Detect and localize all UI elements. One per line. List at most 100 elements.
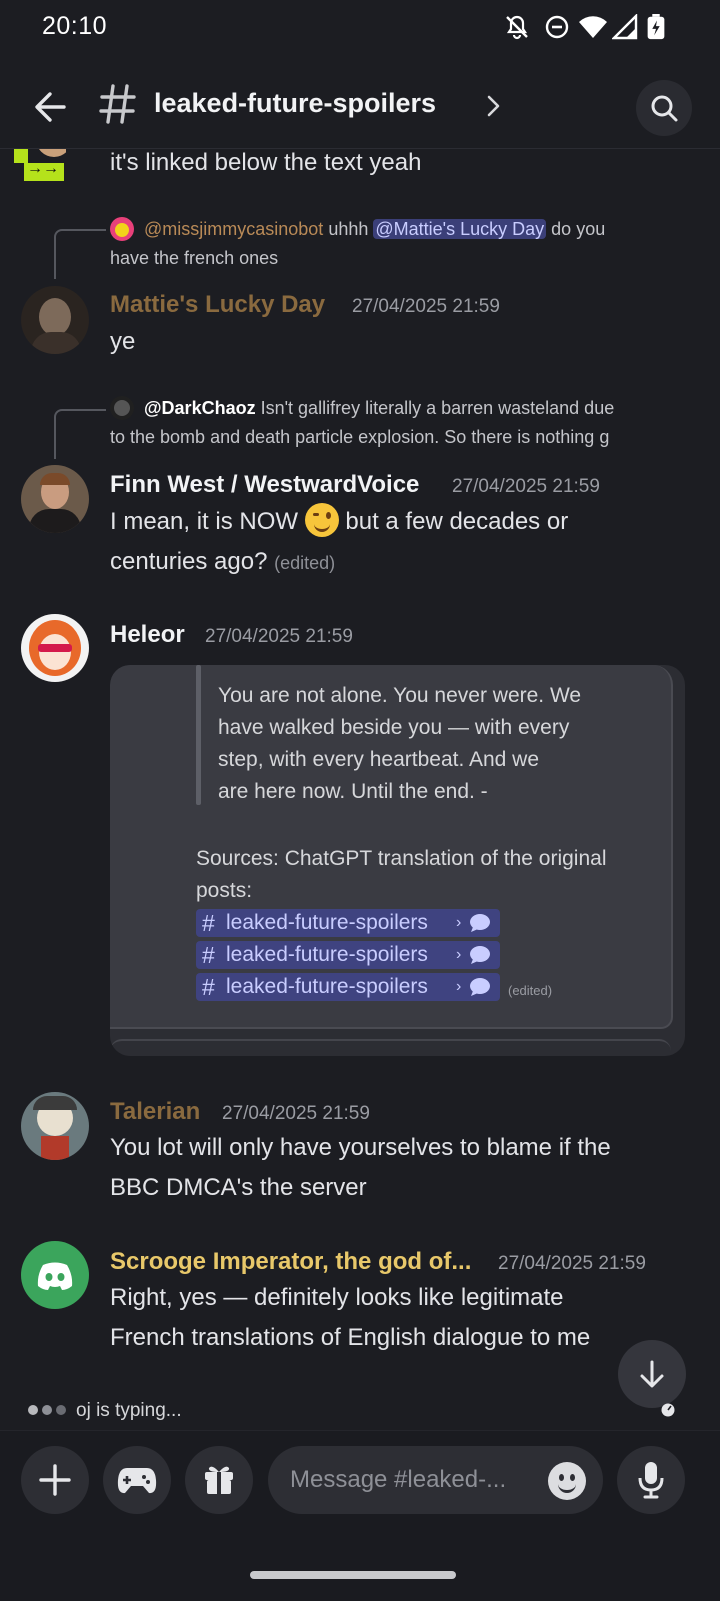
channel-link-name: leaked-future-spoilers (226, 975, 428, 998)
message-text-part: I mean, it is NOW (110, 508, 299, 535)
chevron-right-icon: › (456, 914, 462, 931)
signal-icon (612, 14, 638, 40)
edited-label: (edited) (274, 553, 336, 573)
typing-dot (56, 1405, 66, 1415)
channel-title[interactable]: leaked-future-spoilers (154, 88, 436, 119)
typing-text: oj is typing... (76, 1400, 182, 1421)
microphone-icon (638, 1462, 664, 1499)
embedded-message-card[interactable]: You are not alone. You never were. We ha… (110, 665, 685, 1056)
reply-preview-line2: have the french ones (110, 248, 279, 268)
message-input[interactable]: Message #leaked-... (268, 1446, 603, 1514)
username[interactable]: Scrooge Imperator, the god of... (110, 1248, 471, 1276)
message-text-line2: BBC DMCA's the server (110, 1174, 367, 1201)
add-attachment-button[interactable] (21, 1446, 89, 1514)
avatar-scrooge[interactable] (21, 1241, 89, 1309)
channel-link-name: leaked-future-spoilers (226, 911, 428, 934)
reply-connector (54, 229, 106, 279)
username[interactable]: Mattie's Lucky Day (110, 291, 325, 319)
back-arrow-icon[interactable] (28, 84, 74, 130)
search-icon (651, 95, 678, 122)
embed-divider (110, 1039, 671, 1056)
avatar-finn[interactable] (21, 465, 89, 533)
message-placeholder: Message #leaked-... (290, 1466, 507, 1493)
message-text-part: centuries ago? (110, 548, 268, 575)
reply-preview[interactable]: @missjimmycasinobot uhhh @Mattie's Lucky… (144, 215, 605, 244)
channel-hash-icon (99, 84, 136, 124)
channel-link-name: leaked-future-spoilers (226, 943, 428, 966)
avatar-partial[interactable]: →→ (14, 149, 66, 181)
quote-line: have walked beside you — with every (218, 716, 570, 739)
hash-icon: # (202, 974, 215, 1000)
status-bar: 20:10 (0, 0, 720, 56)
home-indicator[interactable] (250, 1571, 456, 1579)
channel-link[interactable]: # leaked-future-spoilers › (196, 973, 500, 1001)
reply-avatar (110, 396, 134, 420)
search-button[interactable] (636, 80, 692, 136)
message-text-part: but a few decades or (345, 508, 569, 535)
username[interactable]: Finn West / WestwardVoice (110, 471, 419, 499)
quote-line: You are not alone. You never were. We (218, 684, 582, 707)
plus-icon (39, 1464, 71, 1496)
gift-icon (205, 1466, 233, 1494)
chevron-right-icon[interactable] (486, 92, 502, 120)
wink-emoji-icon (304, 503, 339, 537)
wifi-icon (579, 16, 607, 38)
dnd-icon (545, 15, 569, 39)
thread-bubble-icon (470, 914, 490, 932)
discord-logo-icon (37, 1262, 73, 1290)
message-text: You lot will only have yourselves to bla… (110, 1134, 611, 1161)
message-text-line2: French translations of English dialogue … (110, 1324, 591, 1351)
sources-text: Sources: ChatGPT translation of the orig… (196, 843, 656, 907)
typing-indicator: oj is typing... (28, 1398, 708, 1424)
username[interactable]: Talerian (110, 1098, 200, 1126)
timestamp: 27/04/2025 21:59 (498, 1253, 646, 1274)
reply-author: @missjimmycasinobot (144, 219, 324, 239)
hash-icon: # (202, 910, 215, 936)
message-text: ye (110, 328, 136, 355)
thread-bubble-icon (470, 946, 490, 964)
reply-text: Isn't gallifrey literally a barren waste… (260, 398, 615, 418)
avatar-heleor[interactable] (21, 614, 89, 682)
timestamp: 27/04/2025 21:59 (352, 296, 500, 317)
typing-dot (28, 1405, 38, 1415)
chevron-right-icon: › (456, 946, 462, 963)
status-time: 20:10 (42, 12, 108, 40)
embed-content: You are not alone. You never were. We ha… (110, 665, 673, 1029)
emoji-picker-icon[interactable] (548, 1462, 586, 1500)
message-text-line2: centuries ago? (edited) (110, 542, 335, 583)
timestamp: 27/04/2025 21:59 (452, 476, 600, 497)
username[interactable]: Heleor (110, 621, 185, 649)
composer-bar: Message #leaked-... (0, 1430, 720, 1601)
reply-text-prefix: uhhh (328, 219, 369, 239)
reply-author: @DarkChaoz (144, 398, 256, 418)
timestamp: 27/04/2025 21:59 (205, 626, 353, 647)
arrow-down-icon (640, 1360, 664, 1388)
thread-bubble-icon (470, 978, 490, 996)
hash-icon: # (202, 942, 215, 968)
bell-off-icon (506, 15, 528, 40)
avatar-talerian[interactable] (21, 1092, 89, 1160)
message-text: it's linked below the text yeah (110, 149, 422, 176)
battery-icon (647, 14, 665, 40)
reply-preview-line2: to the bomb and death particle explosion… (110, 427, 610, 447)
message-text: Right, yes — definitely looks like legit… (110, 1284, 564, 1311)
quote-text: You are not alone. You never were. We ha… (218, 680, 638, 808)
typing-dot (42, 1405, 52, 1415)
activities-button[interactable] (103, 1446, 171, 1514)
voice-message-button[interactable] (617, 1446, 685, 1514)
channel-link[interactable]: # leaked-future-spoilers › (196, 909, 500, 937)
avatar-mattie[interactable] (21, 286, 89, 354)
reply-connector (54, 409, 106, 459)
timestamp: 27/04/2025 21:59 (222, 1103, 370, 1124)
slowmode-timer-icon (661, 1403, 675, 1417)
gift-button[interactable] (185, 1446, 253, 1514)
gamepad-icon (117, 1468, 157, 1494)
reply-avatar (110, 217, 134, 241)
sources-line: Sources: ChatGPT translation of the orig… (196, 847, 607, 870)
quote-line: step, with every heartbeat. And we (218, 748, 540, 771)
channel-link[interactable]: # leaked-future-spoilers › (196, 941, 500, 969)
chevron-right-icon: › (456, 978, 462, 995)
reply-preview[interactable]: @DarkChaoz Isn't gallifrey literally a b… (144, 394, 614, 423)
reply-text-suffix: do you (551, 219, 606, 239)
sources-line: posts: (196, 879, 253, 902)
